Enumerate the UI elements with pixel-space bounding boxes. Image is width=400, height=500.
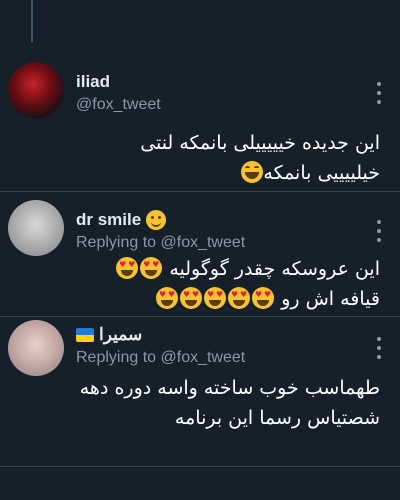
tweet-text: این جدیده خیییییلی بانمکه لنتی خیلییییی … — [140, 128, 380, 188]
more-options-icon[interactable] — [376, 220, 382, 242]
heart-eyes-face-icon: ♥ ♥ — [204, 287, 227, 309]
avatar[interactable] — [8, 320, 64, 376]
author-name[interactable]: dr smile — [76, 210, 245, 230]
tweet-text: این عروسکه چقدر گوگولیه ♥ ♥ ♥ ♥ قیافه اش رو… — [115, 254, 380, 314]
reply-handle-link[interactable]: @fox_tweet — [161, 349, 246, 366]
heart-eyes-face-icon: ♥ ♥ — [156, 287, 179, 309]
grinning-squinting-face-icon — [241, 161, 264, 183]
avatar[interactable] — [8, 62, 64, 118]
tweet-dr-smile[interactable]: dr smile Replying to @fox_tweet این عروس… — [0, 192, 400, 317]
more-options-icon[interactable] — [376, 337, 382, 359]
author-name[interactable]: iliad — [76, 72, 161, 92]
reply-context: Replying to @fox_tweet — [76, 349, 246, 366]
smiling-face-icon — [146, 210, 167, 230]
heart-eyes-face-icon: ♥ ♥ — [252, 287, 275, 309]
heart-eyes-face-icon: ♥ ♥ — [180, 287, 203, 309]
tweet-samira[interactable]: سمیرا Replying to @fox_tweet طهماسب خوب … — [0, 317, 400, 467]
tweet-iliad[interactable]: iliad @fox_tweet این جدیده خیییییلی بانم… — [0, 0, 400, 192]
avatar[interactable] — [8, 200, 64, 256]
tweet-line: شصتیاس رسما این برنامه — [174, 407, 380, 429]
reply-context: Replying to @fox_tweet — [76, 234, 246, 251]
heart-eyes-face-icon: ♥ ♥ — [140, 257, 163, 279]
tweet-line: خیلییییی بانمکه — [140, 158, 380, 188]
author-handle[interactable]: @fox_tweet — [76, 96, 161, 114]
heart-eyes-face-icon: ♥ ♥ — [228, 287, 251, 309]
tweet-line: این جدیده خیییییلی بانمکه لنتی — [140, 132, 380, 154]
heart-eyes-face-icon: ♥ ♥ — [116, 257, 139, 279]
more-options-icon[interactable] — [376, 82, 382, 104]
ukraine-flag-icon — [76, 328, 94, 342]
author-name[interactable]: سمیرا — [76, 325, 245, 345]
tweet-text: طهماسب خوب ساخته واسه دوره دهه شصتیاس رس… — [80, 373, 380, 433]
tweet-line: طهماسب خوب ساخته واسه دوره دهه — [79, 377, 380, 399]
reply-handle-link[interactable]: @fox_tweet — [161, 234, 246, 251]
tweet-line: قیافه اش رو ♥ ♥ ♥ ♥ ♥ ♥ ♥ ♥ ♥ ♥ — [115, 284, 380, 314]
tweet-line: این عروسکه چقدر گوگولیه ♥ ♥ ♥ ♥ — [115, 254, 380, 284]
